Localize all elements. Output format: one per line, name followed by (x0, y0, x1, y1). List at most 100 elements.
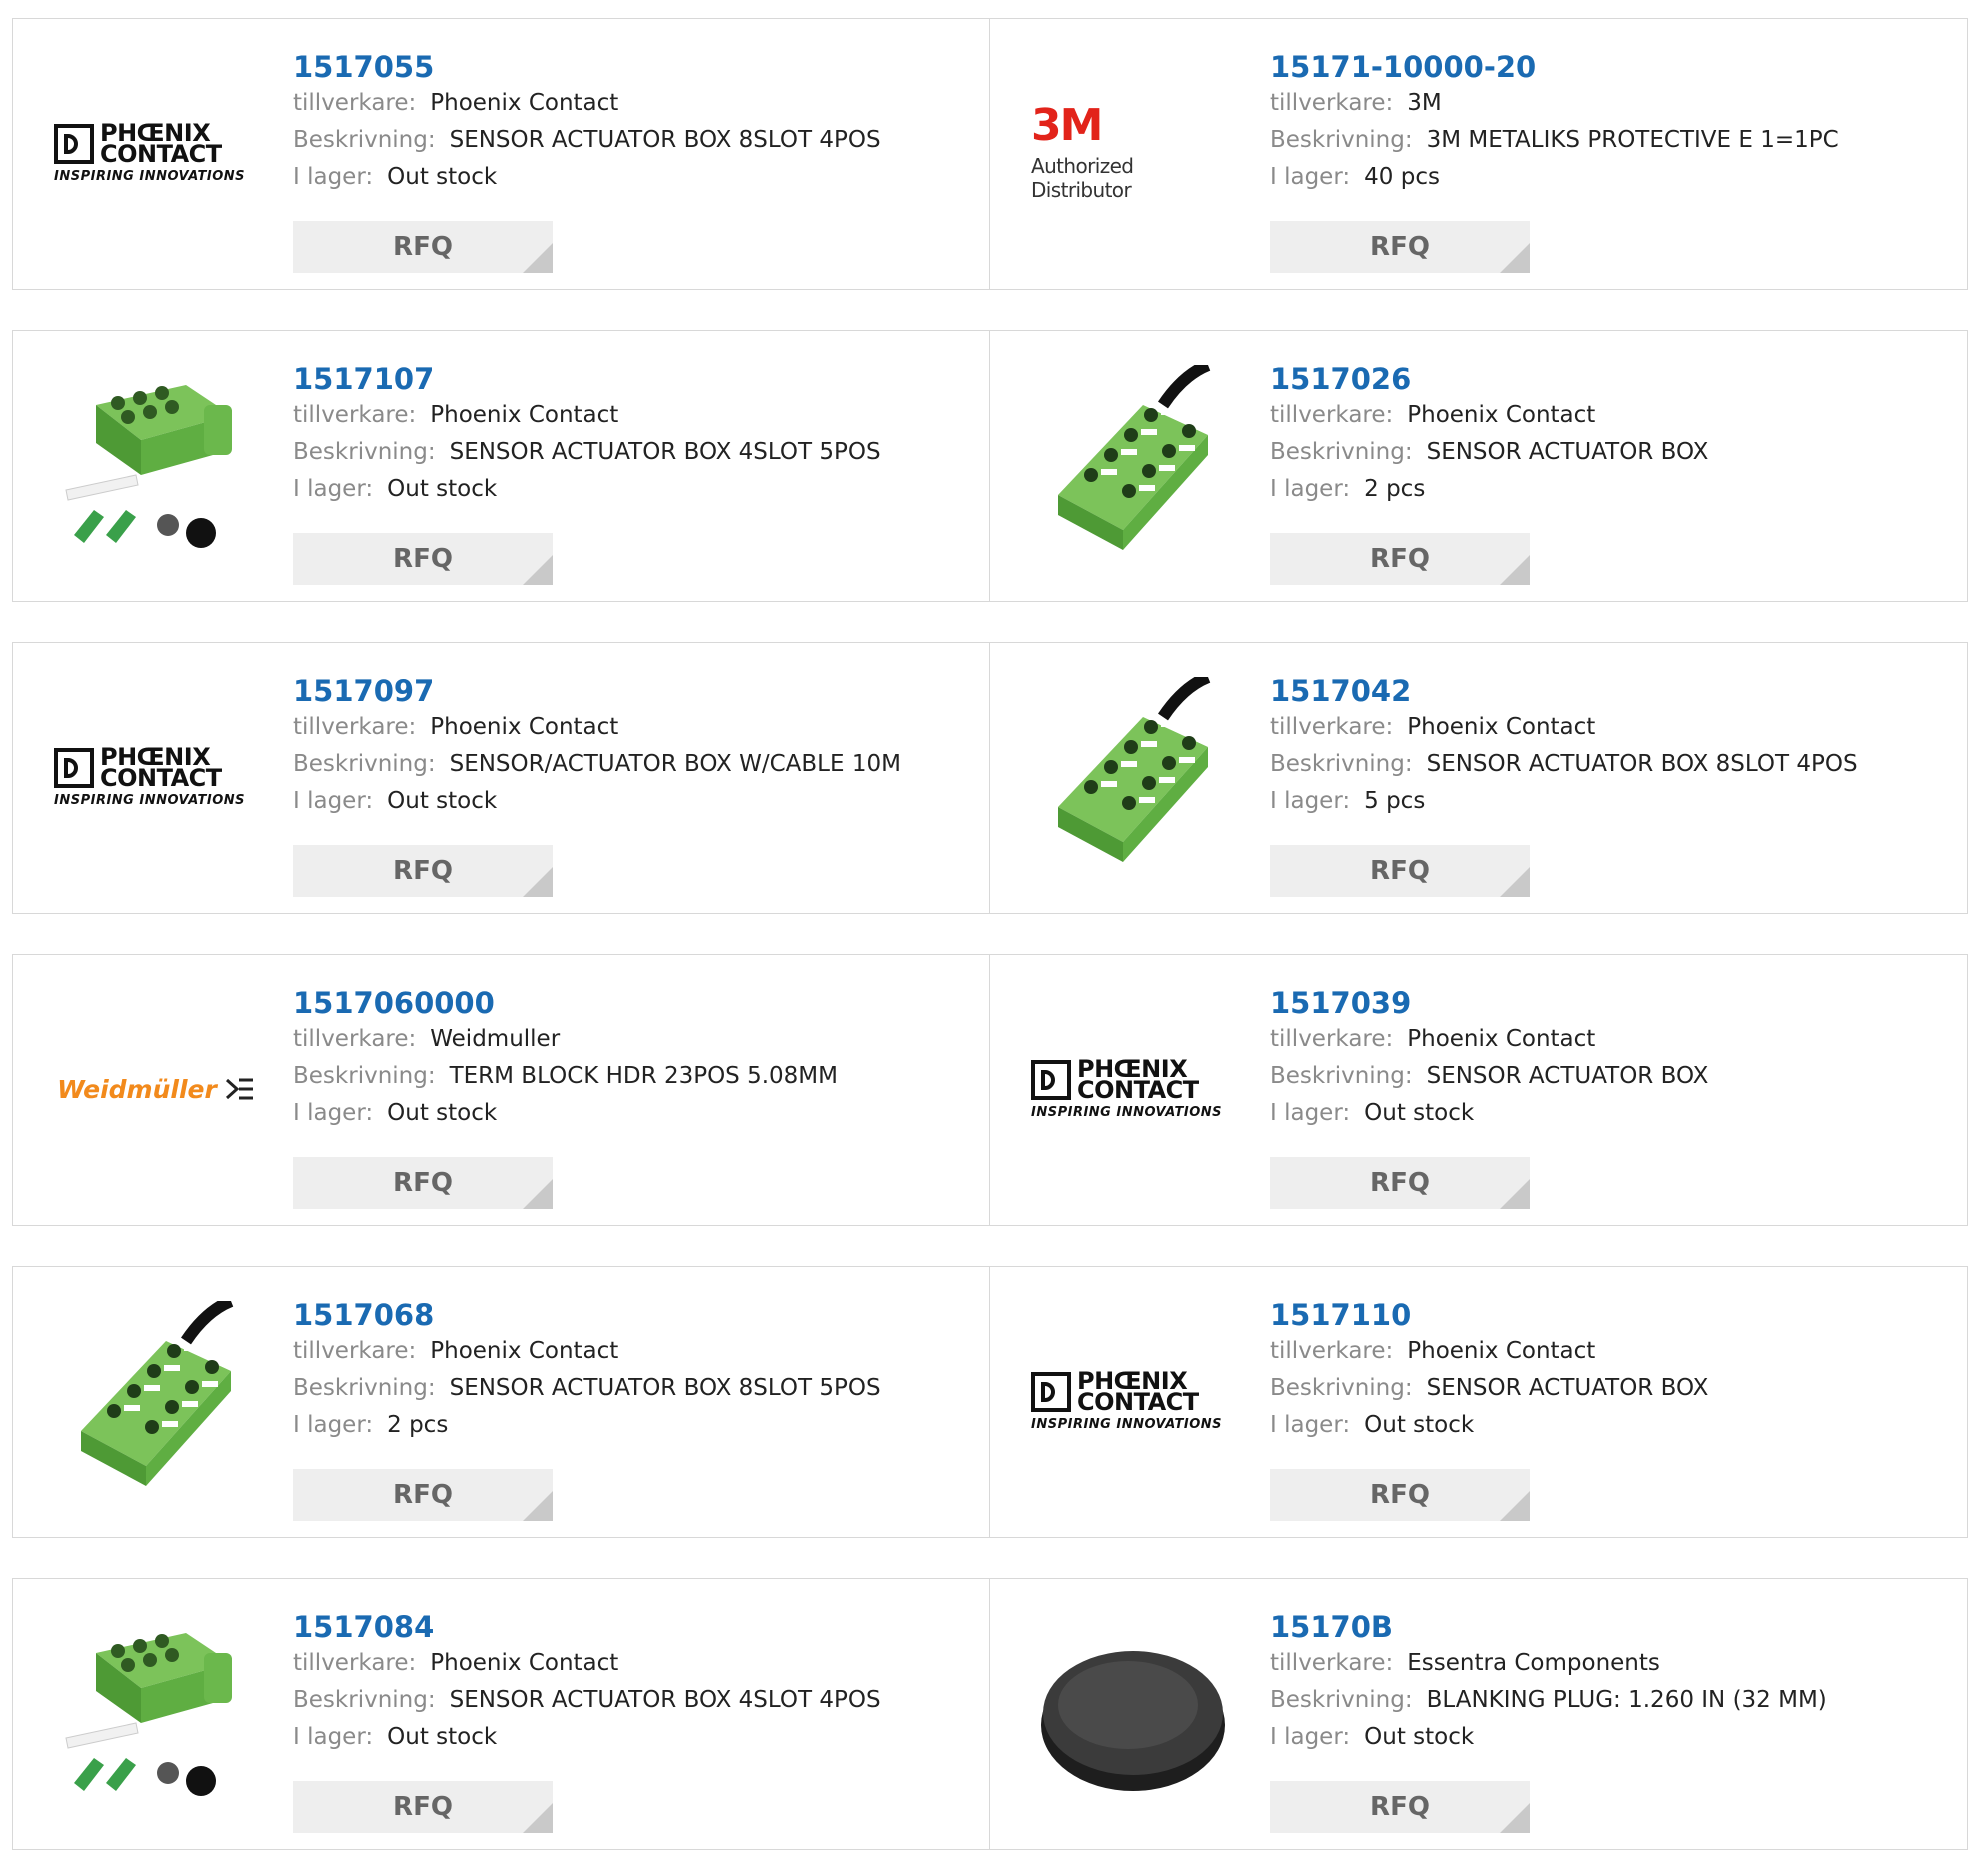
product-card: 1517084 tillverkare: Phoenix Contact Beskri… (12, 1578, 990, 1850)
corner-triangle-icon (523, 1803, 553, 1833)
rfq-button[interactable]: RFQ (293, 221, 553, 273)
product-info: 15170B tillverkare: Essentra Components Bes… (1270, 1609, 1827, 1756)
rfq-button[interactable]: RFQ (1270, 533, 1530, 585)
rfq-button[interactable]: RFQ (1270, 1781, 1530, 1833)
part-number-link[interactable]: 1517084 (293, 1609, 881, 1645)
stock-line: I lager: 2 pcs (293, 1407, 881, 1444)
product-image[interactable] (1028, 677, 1238, 877)
description-line: Beskrivning: SENSOR ACTUATOR BOX 8SLOT 4P… (1270, 746, 1858, 783)
manufacturer-value: Phoenix Contact (430, 1338, 619, 1364)
stock-label: I lager: (1270, 476, 1351, 502)
product-image[interactable]: PHŒNIX CONTACT INSPIRING INNOVATIONS (51, 677, 261, 877)
description-line: Beskrivning: BLANKING PLUG: 1.260 IN (32 … (1270, 1682, 1827, 1719)
rfq-button[interactable]: RFQ (293, 1469, 553, 1521)
corner-triangle-icon (1500, 867, 1530, 897)
stock-label: I lager: (293, 164, 374, 190)
product-image[interactable] (51, 1613, 261, 1813)
stock-value: Out stock (387, 788, 498, 814)
product-image[interactable] (1028, 365, 1238, 565)
product-info: 1517068 tillverkare: Phoenix Contact Beskri… (293, 1297, 881, 1444)
blanking-plug-image (1041, 1651, 1225, 1791)
rfq-label: RFQ (393, 1792, 453, 1822)
stock-value: Out stock (387, 1100, 498, 1126)
rfq-button[interactable]: RFQ (293, 845, 553, 897)
manufacturer-value: Phoenix Contact (430, 714, 619, 740)
part-number-link[interactable]: 1517055 (293, 49, 881, 85)
rfq-button[interactable]: RFQ (1270, 1469, 1530, 1521)
part-number-link[interactable]: 1517110 (1270, 1297, 1708, 1333)
product-image[interactable] (51, 1301, 261, 1501)
part-number-link[interactable]: 1517097 (293, 673, 901, 709)
manufacturer-line: tillverkare: Weidmuller (293, 1021, 838, 1058)
corner-triangle-icon (1500, 555, 1530, 585)
manufacturer-label: tillverkare: (293, 90, 417, 116)
rfq-label: RFQ (1370, 544, 1430, 574)
manufacturer-value: Phoenix Contact (430, 1650, 619, 1676)
corner-triangle-icon (523, 867, 553, 897)
description-label: Beskrivning: (1270, 127, 1413, 153)
product-card: PHŒNIX CONTACT INSPIRING INNOVATIONS 151703… (990, 954, 1968, 1226)
product-image[interactable]: PHŒNIX CONTACT INSPIRING INNOVATIONS (1028, 989, 1238, 1189)
description-line: Beskrivning: SENSOR ACTUATOR BOX 4SLOT 4P… (293, 1682, 881, 1719)
phoenix-contact-logo: PHŒNIX CONTACT INSPIRING INNOVATIONS (54, 745, 258, 808)
part-number-link[interactable]: 1517107 (293, 361, 881, 397)
manufacturer-value: Weidmuller (430, 1026, 561, 1052)
part-number-link[interactable]: 1517068 (293, 1297, 881, 1333)
logo-text: 3M (1031, 100, 1103, 151)
rfq-button[interactable]: RFQ (293, 1781, 553, 1833)
corner-triangle-icon (523, 243, 553, 273)
phoenix-contact-logo: PHŒNIX CONTACT INSPIRING INNOVATIONS (1031, 1369, 1235, 1432)
stock-value: Out stock (387, 476, 498, 502)
part-number-link[interactable]: 1517042 (1270, 673, 1858, 709)
product-image[interactable]: PHŒNIX CONTACT INSPIRING INNOVATIONS (1028, 1301, 1238, 1501)
description-value: SENSOR/ACTUATOR BOX W/CABLE 10M (449, 751, 901, 777)
product-card: 1517026 tillverkare: Phoenix Contact Beskri… (990, 330, 1968, 602)
stock-label: I lager: (1270, 164, 1351, 190)
stock-value: Out stock (387, 1724, 498, 1750)
part-number-link[interactable]: 1517060000 (293, 985, 838, 1021)
stock-line: I lager: Out stock (1270, 1719, 1827, 1756)
description-value: SENSOR ACTUATOR BOX 8SLOT 4POS (449, 127, 881, 153)
manufacturer-label: tillverkare: (293, 402, 417, 428)
description-label: Beskrivning: (1270, 1063, 1413, 1089)
part-number-link[interactable]: 15171-10000-20 (1270, 49, 1839, 85)
rfq-button[interactable]: RFQ (1270, 221, 1530, 273)
product-info: 1517097 tillverkare: Phoenix Contact Beskri… (293, 673, 901, 820)
description-label: Beskrivning: (293, 439, 436, 465)
phoenix-mark-icon (1031, 1371, 1071, 1412)
product-image[interactable] (51, 365, 261, 565)
product-image[interactable] (1028, 1613, 1238, 1813)
product-card: 1517068 tillverkare: Phoenix Contact Beskri… (12, 1266, 990, 1538)
manufacturer-line: tillverkare: Phoenix Contact (293, 709, 901, 746)
stock-value: Out stock (1364, 1100, 1475, 1126)
description-label: Beskrivning: (1270, 439, 1413, 465)
manufacturer-line: tillverkare: Phoenix Contact (1270, 1021, 1708, 1058)
weidmuller-mark-icon (225, 1078, 253, 1100)
product-image[interactable]: PHŒNIX CONTACT INSPIRING INNOVATIONS (51, 53, 261, 253)
manufacturer-line: tillverkare: 3M (1270, 85, 1839, 122)
rfq-button[interactable]: RFQ (293, 533, 553, 585)
sensor-box-8port-image (1058, 677, 1215, 862)
product-image[interactable]: 3M Authorized Distributor (1028, 53, 1238, 253)
stock-value: Out stock (387, 164, 498, 190)
description-label: Beskrivning: (293, 1375, 436, 1401)
corner-triangle-icon (523, 555, 553, 585)
product-image[interactable]: Weidmüller (51, 989, 261, 1189)
rfq-button[interactable]: RFQ (293, 1157, 553, 1209)
rfq-button[interactable]: RFQ (1270, 1157, 1530, 1209)
rfq-button[interactable]: RFQ (1270, 845, 1530, 897)
description-line: Beskrivning: SENSOR ACTUATOR BOX (1270, 434, 1708, 471)
weidmuller-logo: Weidmüller (57, 1075, 255, 1104)
rfq-label: RFQ (393, 1168, 453, 1198)
phoenix-contact-logo: PHŒNIX CONTACT INSPIRING INNOVATIONS (54, 121, 258, 184)
phoenix-mark-icon (54, 747, 94, 788)
logo-tagline: INSPIRING INNOVATIONS (1031, 1416, 1223, 1432)
logo-text: CONTACT (100, 139, 222, 168)
part-number-link[interactable]: 15170B (1270, 1609, 1827, 1645)
stock-label: I lager: (1270, 1100, 1351, 1126)
part-number-link[interactable]: 1517039 (1270, 985, 1708, 1021)
product-info: 1517039 tillverkare: Phoenix Contact Beskri… (1270, 985, 1708, 1132)
manufacturer-label: tillverkare: (1270, 1338, 1394, 1364)
logo-tagline: Authorized Distributor (1031, 154, 1134, 202)
part-number-link[interactable]: 1517026 (1270, 361, 1708, 397)
